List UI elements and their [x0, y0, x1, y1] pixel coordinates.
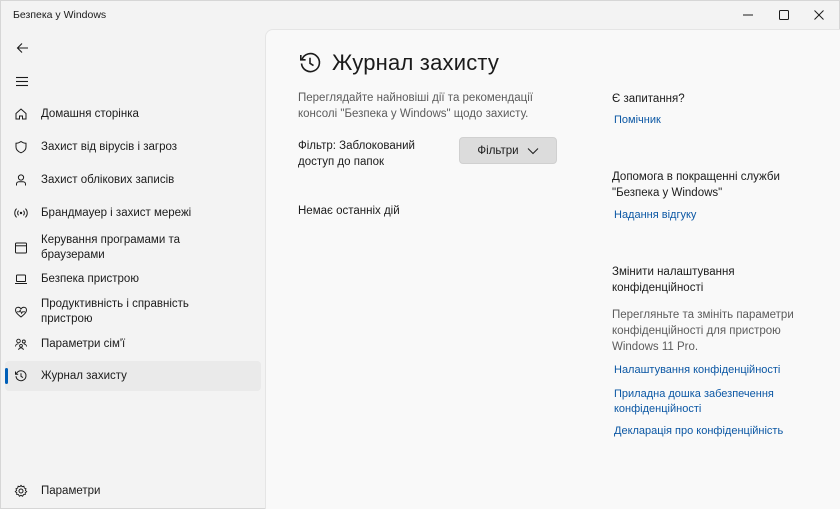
main-content: Журнал захисту Переглядайте найновіші ді…: [265, 29, 840, 509]
heart-pulse-icon: [13, 304, 29, 320]
family-icon: [13, 336, 29, 352]
chevron-down-icon: [527, 147, 538, 154]
sidebar-item-settings[interactable]: Параметри: [5, 476, 261, 506]
close-icon: [814, 10, 824, 20]
person-icon: [13, 172, 29, 188]
sidebar-item-label: Керування програмами та браузерами: [41, 234, 180, 261]
sidebar-item-family-options[interactable]: Параметри сім'ї: [5, 329, 261, 359]
page-description: Переглядайте найновіші дії та рекомендац…: [298, 92, 533, 120]
window-title: Безпека у Windows: [13, 9, 107, 21]
privacy-text: Перегляньте та змініть параметри конфіде…: [612, 309, 794, 353]
sidebar-item-home[interactable]: Домашня сторінка: [5, 99, 261, 129]
shield-icon: [13, 139, 29, 155]
privacy-heading: Змінити налаштування конфіденційності: [612, 266, 735, 294]
sidebar-item-device-security[interactable]: Безпека пристрою: [5, 264, 261, 294]
laptop-icon: [13, 271, 29, 287]
maximize-button[interactable]: [764, 1, 804, 29]
sidebar-item-app-browser-control[interactable]: Керування програмами та браузерами: [5, 231, 261, 267]
help-link[interactable]: Помічник: [614, 113, 824, 128]
sidebar-item-label: Продуктивність і справність пристрою: [41, 298, 189, 325]
back-arrow-icon: [16, 43, 28, 53]
menu-button[interactable]: [12, 72, 32, 90]
minimize-button[interactable]: [728, 1, 768, 29]
sidebar-item-label: Безпека пристрою: [41, 273, 139, 285]
sidebar-item-account-protection[interactable]: Захист облікових записів: [5, 165, 261, 195]
app-window: Безпека у Windows Домашня сторінка Захис: [0, 0, 840, 509]
sidebar-item-label: Домашня сторінка: [41, 108, 139, 120]
maximize-icon: [779, 10, 789, 20]
improve-heading: Допомога в покращенні служби "Безпека у …: [612, 171, 780, 199]
back-button[interactable]: [12, 39, 32, 57]
app-window-icon: [13, 240, 29, 256]
sidebar-item-virus-protection[interactable]: Захист від вірусів і загроз: [5, 132, 261, 162]
title-bar: Безпека у Windows: [1, 1, 839, 29]
privacy-statement-link[interactable]: Декларація про конфіденційність: [614, 424, 824, 439]
gear-icon: [13, 483, 29, 499]
page-header: Журнал захисту: [298, 50, 499, 76]
history-icon: [298, 51, 322, 75]
wireless-icon: [13, 205, 29, 221]
empty-state-text: Немає останніх дій: [298, 205, 400, 217]
sidebar-item-device-performance[interactable]: Продуктивність і справність пристрою: [5, 295, 261, 331]
minimize-icon: [743, 14, 753, 16]
sidebar-item-label: Параметри сім'ї: [41, 338, 126, 350]
sidebar-item-firewall[interactable]: Брандмауер і захист мережі: [5, 198, 261, 228]
hamburger-icon: [16, 76, 28, 86]
sidebar-item-label: Журнал захисту: [41, 370, 127, 382]
page-title: Журнал захисту: [332, 50, 500, 75]
close-button[interactable]: [799, 1, 839, 29]
filter-label: Фільтр: Заблокований доступ до папок: [298, 140, 415, 168]
feedback-link[interactable]: Надання відгуку: [614, 208, 824, 223]
sidebar-item-label: Брандмауер і захист мережі: [41, 207, 192, 219]
privacy-dashboard-link[interactable]: Приладна дошка забезпечення конфіденційн…: [614, 387, 794, 417]
filters-button[interactable]: Фільтри: [459, 137, 557, 164]
questions-heading: Є запитання?: [612, 93, 685, 105]
sidebar-item-protection-history[interactable]: Журнал захисту: [5, 361, 261, 391]
sidebar-item-label: Захист від вірусів і загроз: [41, 141, 178, 153]
filters-button-label: Фільтри: [477, 144, 519, 157]
history-icon: [13, 368, 29, 384]
sidebar-item-label: Параметри: [41, 485, 101, 497]
privacy-settings-link[interactable]: Налаштування конфіденційності: [614, 363, 824, 378]
sidebar-item-label: Захист облікових записів: [41, 174, 175, 186]
home-icon: [13, 106, 29, 122]
active-indicator: [5, 368, 8, 384]
